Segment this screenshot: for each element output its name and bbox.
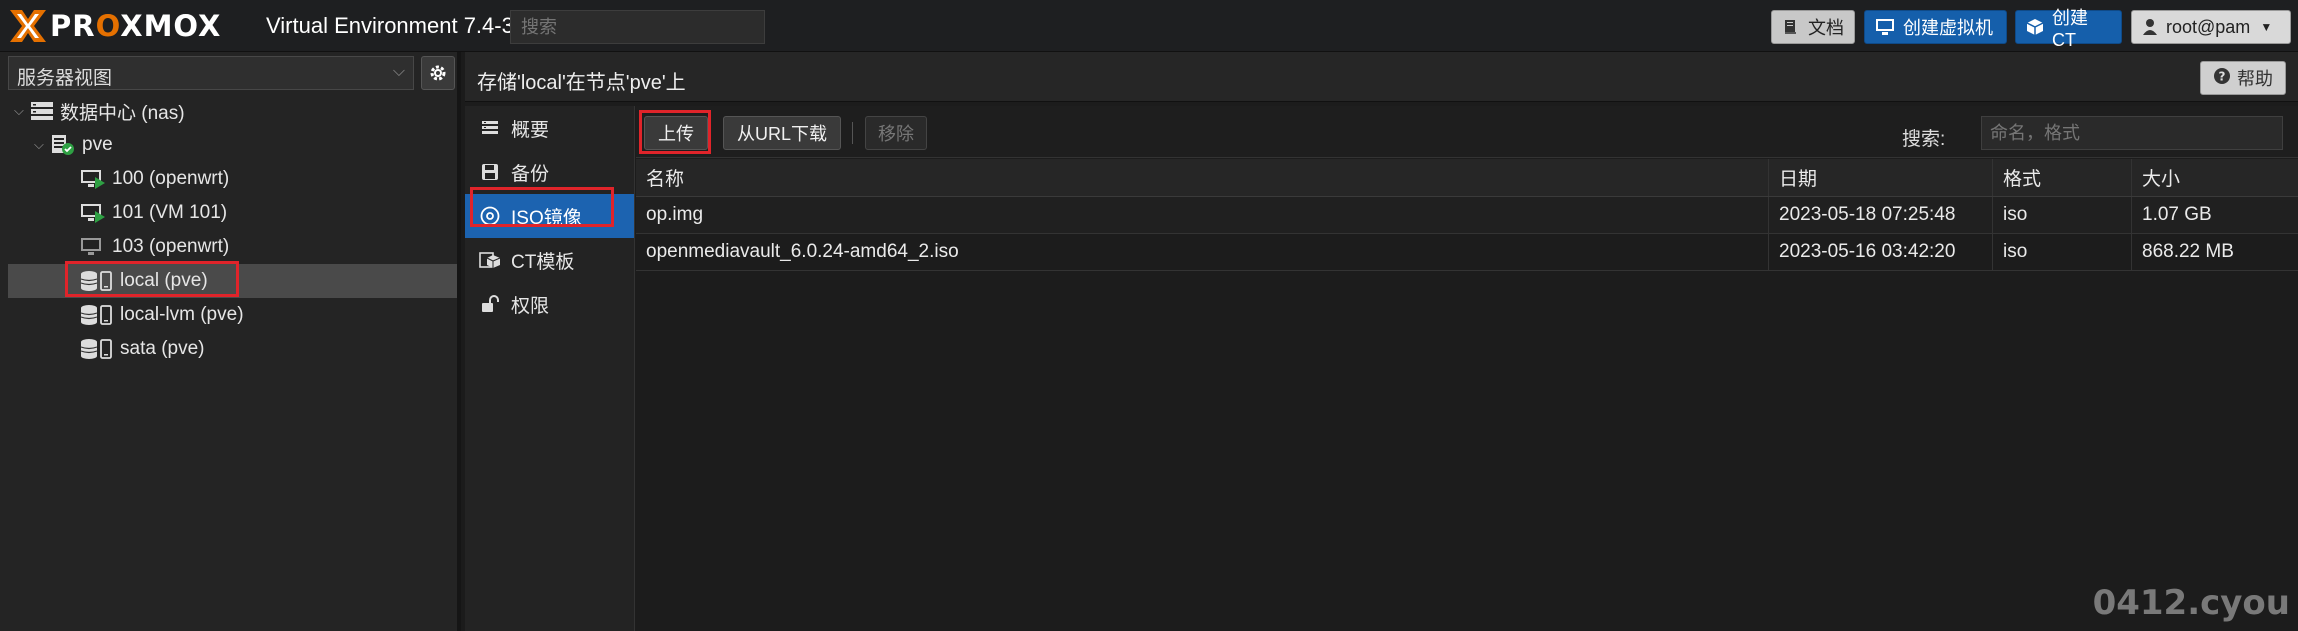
download-from-url-button[interactable]: 从URL下载 [723,116,841,150]
logo-text: PROXMOX [50,9,222,43]
cell-date: 2023-05-16 03:42:20 [1769,234,1993,270]
search-input[interactable] [1981,116,2283,150]
subnav-item-summary[interactable]: 概要 [465,106,634,150]
chevron-down-icon: ⌵ [392,63,405,80]
tree-item-vm-101[interactable]: 101 (VM 101) [8,196,457,230]
resource-tree-panel: 服务器视图 ⌵ ⌵ 数据中心 (nas) ⌵ pve 100 (openwrt)… [0,52,461,631]
toolbar-divider [852,122,853,144]
tree-item-vm-100[interactable]: 100 (openwrt) [8,162,457,196]
datacenter-icon [30,101,54,121]
storage-subnav: 概要 备份 ISO镜像 CT模板 权限 [465,106,635,631]
node-online-icon [50,134,76,156]
help-button[interactable]: ? 帮助 [2200,61,2286,95]
subnav-item-backup[interactable]: 备份 [465,150,634,194]
create-ct-button[interactable]: 创建CT [2015,8,2122,50]
subnav-item-ct-templates[interactable]: CT模板 [465,238,634,282]
cell-format: iso [1993,197,2132,233]
subnav-item-permissions[interactable]: 权限 [465,282,634,326]
tree-item-storage-local[interactable]: local (pve) [8,264,457,298]
proxmox-logo[interactable]: PROXMOX [8,6,221,46]
upload-button[interactable]: 上传 [644,116,708,150]
tree-settings-button[interactable] [421,56,455,90]
cell-date: 2023-05-18 07:25:48 [1769,197,1993,233]
create-vm-button[interactable]: 创建虚拟机 [1864,10,2007,44]
storage-icon [80,270,114,292]
proxmox-x-icon [10,10,46,42]
remove-button[interactable]: 移除 [865,116,927,150]
global-search-input[interactable] [510,10,765,44]
grid-body: op.img 2023-05-18 07:25:48 iso 1.07 GB o… [636,197,2298,271]
search-label: 搜索: [1902,129,1946,150]
vm-running-icon [80,202,106,224]
content-header: 存储'local'在节点'pve'上 ? 帮助 [465,52,2298,102]
book-icon [1782,18,1800,36]
cell-name: op.img [636,197,1769,233]
permissions-lock-icon [479,295,501,313]
vm-running-icon [80,168,106,190]
ct-template-icon [479,251,501,269]
iso-list-grid: 名称 日期 格式 大小 op.img 2023-05-18 07:25:48 i… [636,159,2298,271]
tree-item-node-pve[interactable]: ⌵ pve [8,128,457,162]
storage-icon [80,304,114,326]
summary-icon [479,120,501,136]
table-row[interactable]: openmediavault_6.0.24-amd64_2.iso 2023-0… [636,234,2298,271]
gear-icon [430,65,446,81]
iso-disc-icon [479,206,501,226]
column-header-format[interactable]: 格式 [1993,159,2132,196]
storage-icon [80,338,114,360]
user-menu-button[interactable]: root@pam ▼ [2131,10,2291,44]
question-circle-icon: ? [2213,67,2231,90]
resource-tree: ⌵ 数据中心 (nas) ⌵ pve 100 (openwrt) 101 (VM… [8,94,457,366]
chevron-down-icon: ▼ [2260,20,2273,34]
svg-text:?: ? [2219,69,2226,83]
product-version: Virtual Environment 7.4-3 [266,13,514,38]
column-header-date[interactable]: 日期 [1769,159,1993,196]
chevron-down-icon[interactable]: ⌵ [14,103,30,119]
subnav-item-iso-images[interactable]: ISO镜像 [465,194,634,238]
page-title: 存储'local'在节点'pve'上 [477,72,686,94]
iso-toolbar: 上传 从URL下载 移除 搜索: [636,106,2298,158]
docs-button[interactable]: 文档 [1771,10,1855,44]
column-header-size[interactable]: 大小 [2132,159,2298,196]
cell-format: iso [1993,234,2132,270]
user-icon [2142,18,2158,36]
tree-item-datacenter[interactable]: ⌵ 数据中心 (nas) [8,94,457,128]
chevron-down-icon[interactable]: ⌵ [34,137,50,153]
cell-size: 868.22 MB [2142,241,2234,262]
tree-item-vm-103[interactable]: 103 (openwrt) [8,230,457,264]
cube-icon [2026,18,2044,36]
table-row[interactable]: op.img 2023-05-18 07:25:48 iso 1.07 GB [636,197,2298,234]
backup-floppy-icon [479,163,501,181]
top-bar: PROXMOX Virtual Environment 7.4-3 文档 创建虚… [0,0,2298,52]
view-select[interactable]: 服务器视图 ⌵ [8,56,414,90]
cell-size: 1.07 GB [2142,204,2212,225]
vm-stopped-icon [80,236,106,258]
monitor-icon [1875,18,1895,36]
tree-item-storage-local-lvm[interactable]: local-lvm (pve) [8,298,457,332]
cell-name: openmediavault_6.0.24-amd64_2.iso [636,234,1769,270]
grid-header: 名称 日期 格式 大小 [636,159,2298,197]
content-panel: 存储'local'在节点'pve'上 ? 帮助 概要 备份 ISO镜像 CT模板… [465,52,2298,631]
tree-item-storage-sata[interactable]: sata (pve) [8,332,457,366]
watermark: 0412.cyou [2092,583,2290,623]
column-header-name[interactable]: 名称 [636,159,1769,196]
